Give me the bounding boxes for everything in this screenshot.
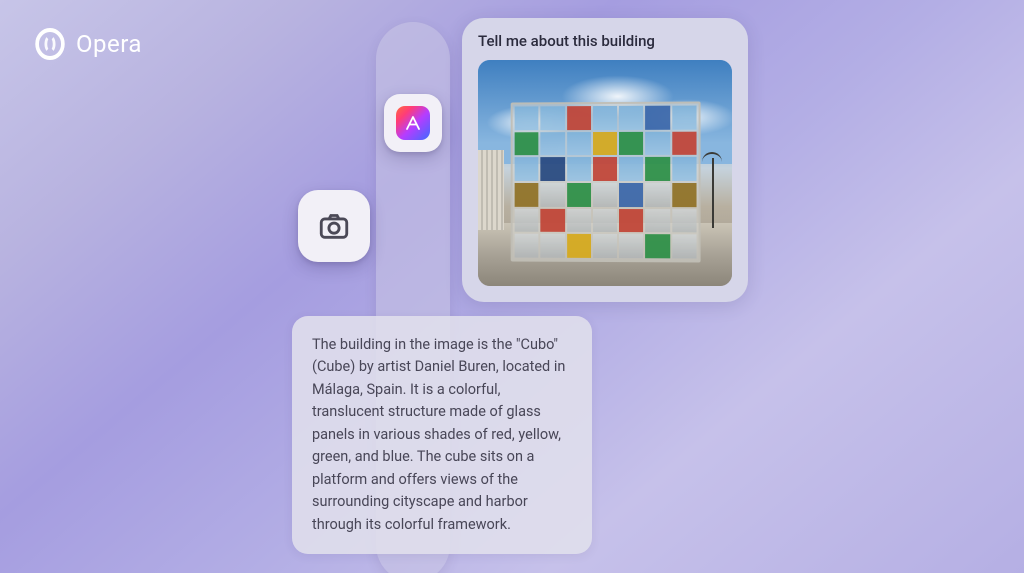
camera-button[interactable] [298, 190, 370, 262]
opera-wordmark: Opera [76, 30, 142, 58]
cube-building-illustration [511, 101, 701, 262]
assistant-response-text: The building in the image is the "Cubo" … [312, 334, 572, 536]
camera-icon [317, 209, 351, 243]
aria-assistant-icon [396, 106, 430, 140]
opera-logo: Opera [34, 28, 142, 60]
opera-o-icon [35, 28, 64, 60]
assistant-response-card: The building in the image is the "Cubo" … [292, 316, 592, 554]
aria-assistant-button[interactable] [384, 94, 442, 152]
user-prompt-text: Tell me about this building [478, 32, 732, 50]
user-prompt-card: Tell me about this building [462, 18, 748, 302]
user-uploaded-image[interactable] [478, 60, 732, 286]
